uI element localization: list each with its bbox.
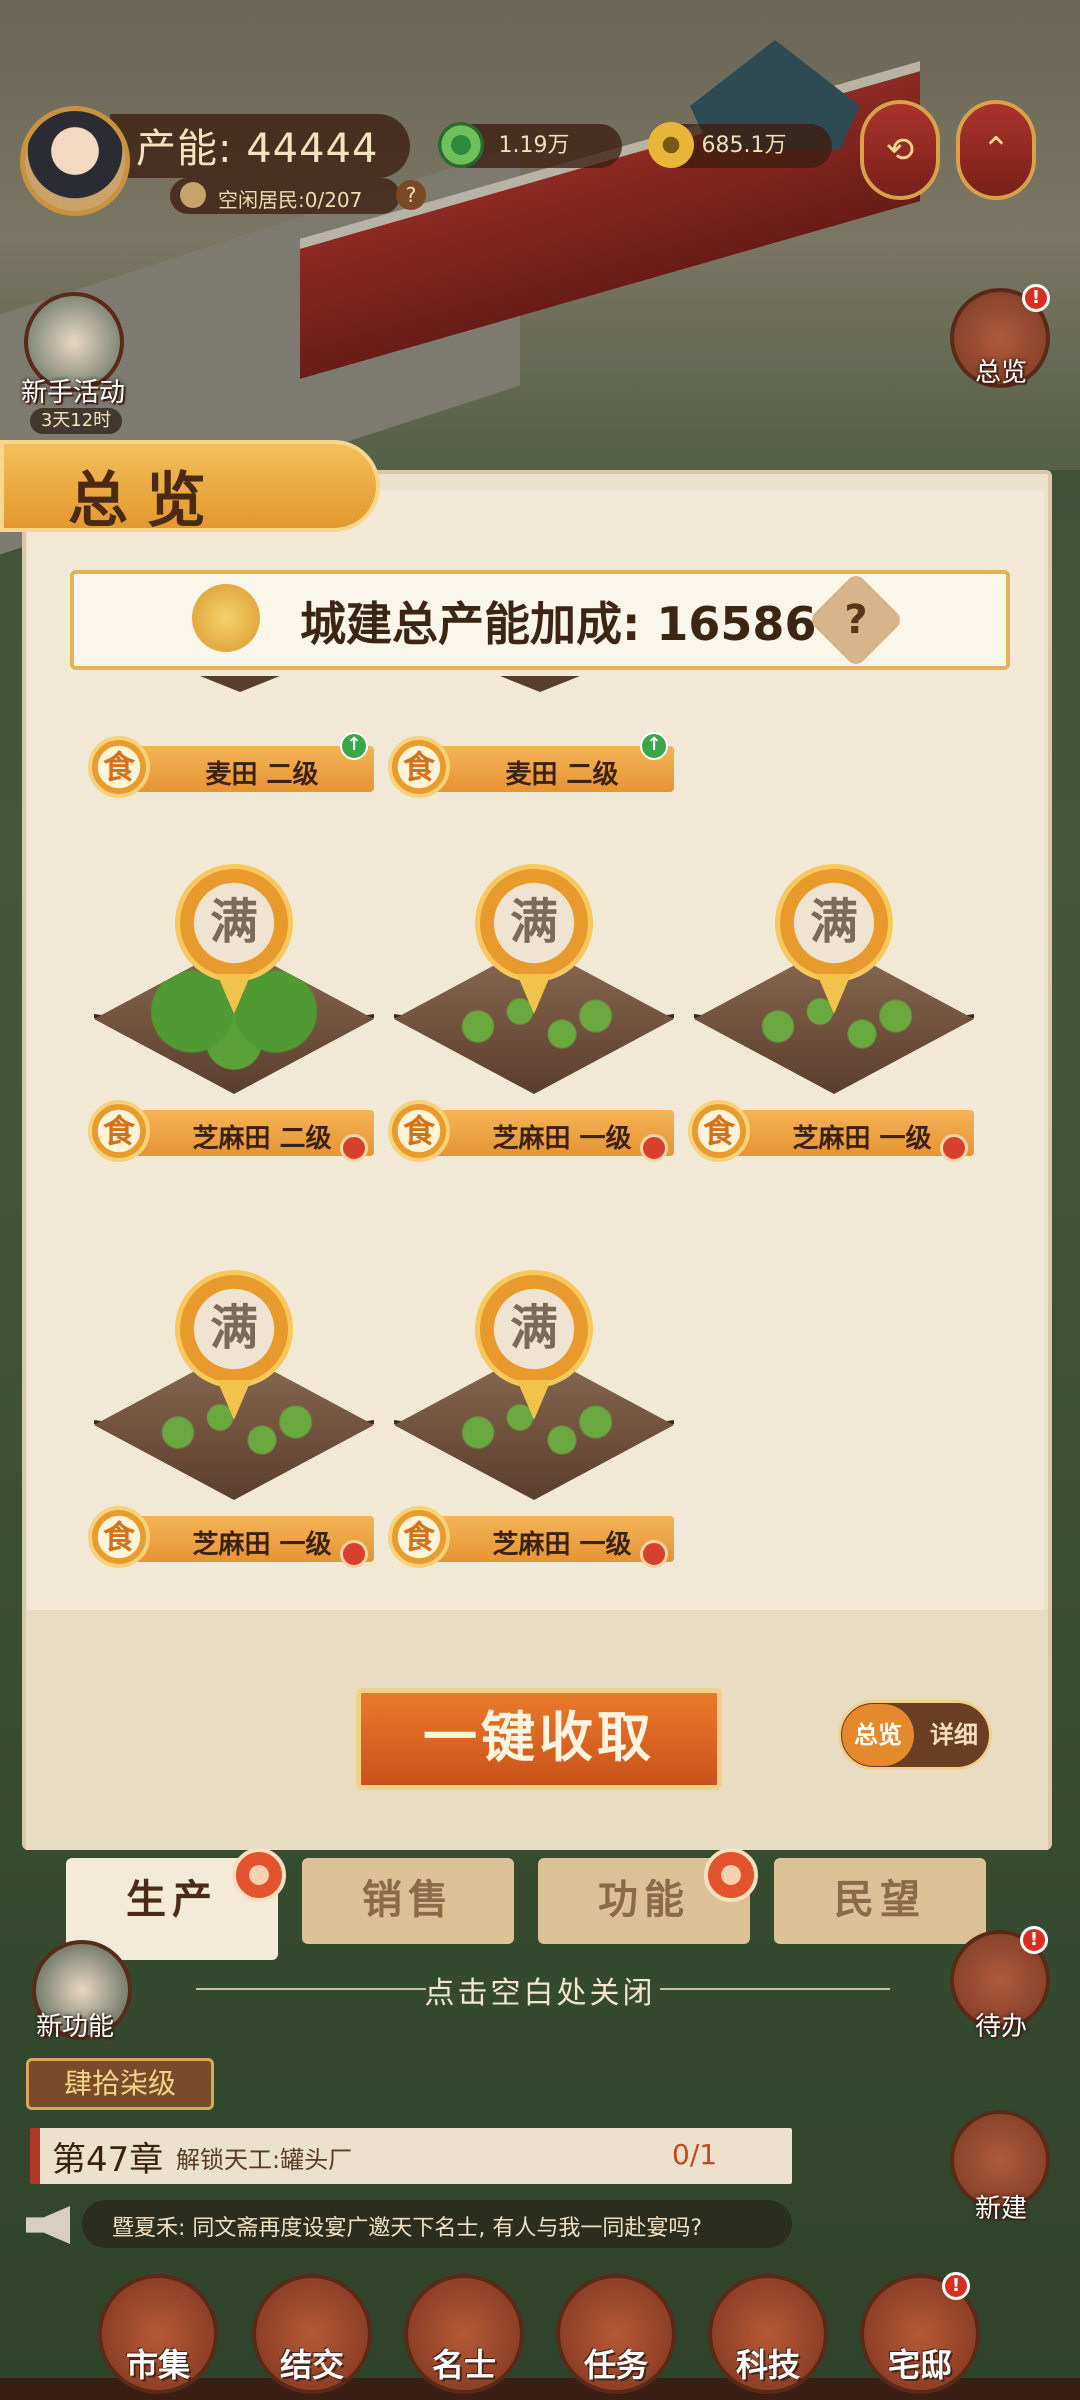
new-feature-label: 新功能 (35, 2012, 114, 2042)
full-glyph: 满 (509, 1300, 558, 1356)
copper-value: 1.19万 (498, 133, 570, 158)
chapter-number: 第47章 (52, 2140, 164, 2180)
upgrade-icon: ↑ (340, 732, 368, 760)
alert-badge (640, 1134, 668, 1162)
toggle-detail[interactable]: 详细 (918, 1704, 990, 1766)
gold-coin-icon (648, 122, 694, 168)
full-glyph: 满 (209, 894, 258, 950)
newbie-timer: 3天12时 (30, 408, 122, 434)
todo-badge: ! (1020, 1926, 1048, 1954)
alert-badge (340, 1540, 368, 1568)
nav-task-label: 任务 (583, 2346, 648, 2384)
nav-celebrity-label: 名士 (431, 2346, 496, 2384)
tab-production-alert-icon (232, 1848, 286, 1902)
food-icon: 食 (88, 1506, 150, 1568)
building-name: 芝麻田 一级 (492, 1530, 632, 1560)
alert-badge (340, 1134, 368, 1162)
building-name: 芝麻田 一级 (492, 1124, 632, 1154)
tab-reputation[interactable]: 民望 (774, 1858, 986, 1944)
toggle-overview[interactable]: 总览 (842, 1704, 914, 1766)
avatar[interactable] (20, 106, 130, 216)
help-icon[interactable]: ? (396, 180, 426, 210)
building-name: 麦田 二级 (205, 760, 319, 790)
nav-mansion-label: 宅邸 (887, 2346, 952, 2384)
gold-value: 685.1万 (701, 133, 787, 158)
full-pin-icon[interactable]: 满 (475, 1270, 593, 1388)
bonus-text: 城建总产能加成: 16586 (300, 597, 817, 651)
tab-function-alert-icon (704, 1848, 758, 1902)
food-icon: 食 (388, 736, 450, 798)
full-glyph: 满 (809, 894, 858, 950)
close-hint: 点击空白处关闭 (424, 1976, 656, 2011)
nav-social-label: 结交 (279, 2346, 344, 2384)
nav-tech-label: 科技 (735, 2346, 800, 2384)
building-name: 芝麻田 二级 (192, 1124, 332, 1154)
building-name: 麦田 二级 (505, 760, 619, 790)
build-label: 新建 (974, 2194, 1027, 2224)
speaker-icon (26, 2206, 70, 2244)
rank-badge: 肆拾柒级 (26, 2058, 214, 2110)
food-icon: 食 (388, 1100, 450, 1162)
newbie-event-label: 新手活动 (20, 378, 125, 408)
mansion-badge: ! (942, 2272, 970, 2300)
collect-all-button[interactable]: 一键收取 (356, 1688, 722, 1790)
full-glyph: 满 (209, 1300, 258, 1356)
full-glyph: 满 (509, 894, 558, 950)
todo-label: 待办 (974, 2012, 1027, 2042)
chapter-task: 解锁天工:罐头厂 (176, 2146, 353, 2174)
alert-badge (940, 1134, 968, 1162)
food-icon: 食 (88, 1100, 150, 1162)
power-value: 产能: 44444 (136, 126, 379, 172)
overview-badge: ! (1022, 284, 1050, 312)
food-icon: 食 (388, 1506, 450, 1568)
money-bag-icon (192, 584, 260, 652)
full-pin-icon[interactable]: 满 (475, 864, 593, 982)
tab-sales[interactable]: 销售 (302, 1858, 514, 1944)
upgrade-icon: ↑ (640, 732, 668, 760)
food-icon: 食 (88, 736, 150, 798)
nav-market-label: 市集 (125, 2346, 190, 2384)
panel-title-banner: 总览 (0, 440, 380, 536)
food-icon: 食 (688, 1100, 750, 1162)
news-ticker[interactable]: 暨夏禾: 同文斋再度设宴广邀天下名士, 有人与我一同赴宴吗? (82, 2200, 792, 2248)
full-pin-icon[interactable]: 满 (175, 1270, 293, 1388)
building-name: 芝麻田 一级 (192, 1530, 332, 1560)
copper-coin-icon (438, 122, 484, 168)
panel-title: 总览 (68, 466, 224, 536)
overview-label: 总览 (974, 358, 1027, 388)
building-name: 芝麻田 一级 (792, 1124, 932, 1154)
resident-icon (180, 182, 206, 208)
chapter-progress: 0/1 (672, 2138, 718, 2171)
share-lantern-icon[interactable]: ⟲ (860, 100, 940, 200)
bonus-help-icon[interactable]: ? (807, 571, 905, 669)
expand-lantern-icon[interactable]: ⌃ (956, 100, 1036, 200)
alert-badge (640, 1540, 668, 1568)
full-pin-icon[interactable]: 满 (775, 864, 893, 982)
full-pin-icon[interactable]: 满 (175, 864, 293, 982)
